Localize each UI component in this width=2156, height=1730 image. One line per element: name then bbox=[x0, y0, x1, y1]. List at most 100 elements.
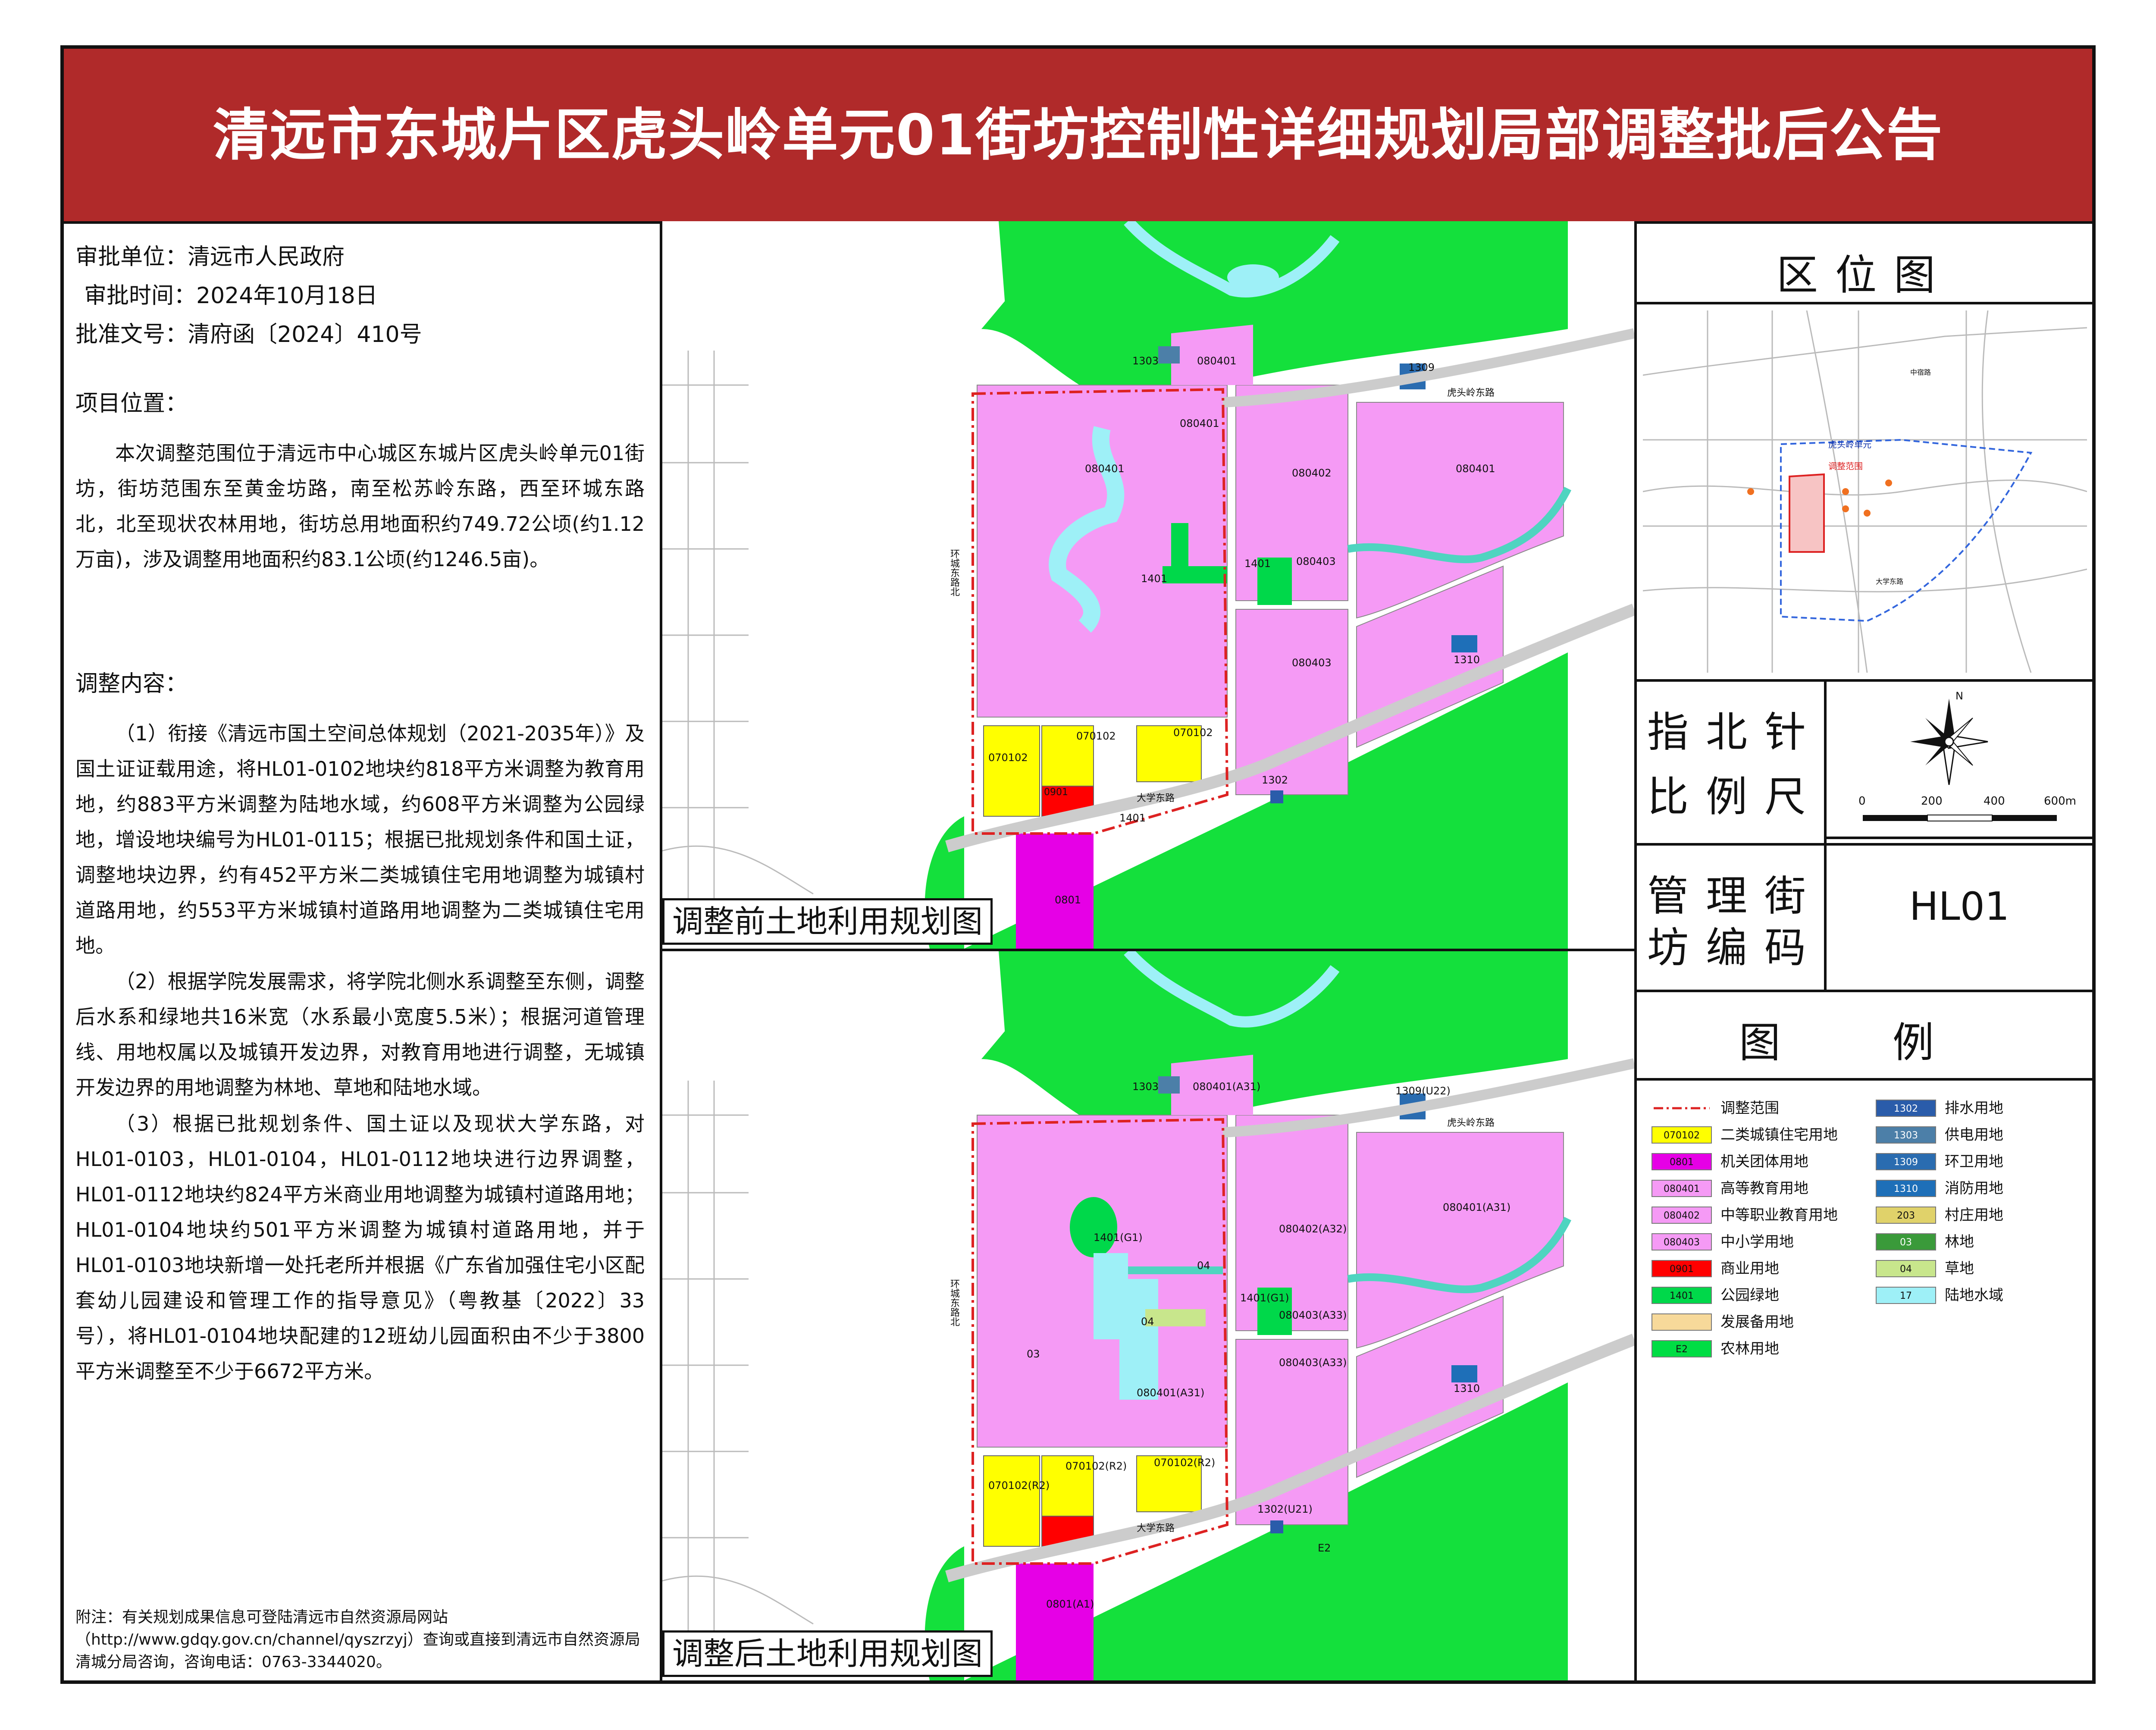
legend-label: 公园绿地 bbox=[1720, 1287, 1779, 1304]
after-code: 080403(A33) bbox=[1279, 1309, 1347, 1321]
legend-swatch: 080401 bbox=[1651, 1180, 1712, 1197]
north-n: N bbox=[1955, 690, 1963, 702]
scale-tick: 400 bbox=[1984, 795, 2005, 808]
before-code: 070102 bbox=[1076, 730, 1116, 742]
before-code: 1401 bbox=[1141, 573, 1168, 585]
legend-swatch: 04 bbox=[1876, 1260, 1936, 1277]
legend-swatch: 1401 bbox=[1651, 1287, 1712, 1304]
legend-label: 二类城镇住宅用地 bbox=[1720, 1126, 1838, 1144]
before-code: 0901 bbox=[1044, 787, 1068, 798]
after-code: 03 bbox=[1027, 1348, 1040, 1360]
legend: 调整范围 070102 二类城镇住宅用地 0801 机关团体用地 080401 … bbox=[1651, 1100, 2083, 1401]
block-code-label-1: 管理街 bbox=[1647, 872, 1823, 920]
block-code-value: HL01 bbox=[1909, 884, 2010, 929]
before-map-label: 调整前土地利用规划图 bbox=[662, 898, 993, 945]
legend-label: 中小学用地 bbox=[1720, 1233, 1794, 1250]
before-code: 080401 bbox=[1180, 417, 1219, 429]
after-code: 1303 bbox=[1132, 1081, 1159, 1093]
before-code: 1309 bbox=[1408, 361, 1435, 373]
before-code: 1302 bbox=[1262, 774, 1288, 786]
after-code: 1401(G1) bbox=[1240, 1292, 1289, 1304]
content-item-1: （1）衔接《清远市国土空间总体规划（2021-2035年）》及国土证证载用途，将… bbox=[75, 722, 645, 957]
location-text: 本次调整范围位于清远市中心城区东城片区虎头岭单元01街坊，街坊范围东至黄金坊路，… bbox=[75, 442, 645, 571]
scale-tick: 600m bbox=[2044, 795, 2076, 808]
after-code: 070102(R2) bbox=[1154, 1457, 1216, 1469]
after-code: 1309(U22) bbox=[1395, 1085, 1451, 1097]
legend-label: 发展备用地 bbox=[1720, 1313, 1794, 1331]
legend-label: 供电用地 bbox=[1945, 1126, 2003, 1144]
before-code: 080401 bbox=[1456, 463, 1495, 475]
north-arrow-icon: N bbox=[1906, 690, 1992, 793]
legend-label: 环卫用地 bbox=[1945, 1153, 2003, 1170]
approver-text: 审批单位：清远市人民政府 bbox=[75, 244, 345, 270]
rdiv-v bbox=[1824, 679, 1827, 990]
location-heading: 项目位置： bbox=[75, 391, 188, 417]
location-label: 虎头岭单元 bbox=[1828, 439, 1871, 450]
legend-swatch: 0801 bbox=[1651, 1153, 1712, 1170]
scale-tick: 200 bbox=[1921, 795, 1943, 808]
after-map-label: 调整后土地利用规划图 bbox=[662, 1630, 993, 1677]
location-label: 中宿路 bbox=[1910, 368, 1931, 376]
road-label: 虎头岭东路 bbox=[1447, 388, 1495, 398]
legend-swatch: 17 bbox=[1876, 1287, 1936, 1304]
legend-label: 村庄用地 bbox=[1945, 1207, 2003, 1224]
legend-label: 高等教育用地 bbox=[1720, 1180, 1808, 1197]
location-map-svg bbox=[1643, 310, 2087, 673]
legend-swatch: 03 bbox=[1876, 1233, 1936, 1250]
legend-swatch: 0901 bbox=[1651, 1260, 1712, 1277]
road-label: 大学东路 bbox=[1137, 793, 1175, 804]
scale-tick: 0 bbox=[1858, 795, 1866, 808]
after-code: 04 bbox=[1197, 1260, 1210, 1272]
location-label: 大学东路 bbox=[1876, 577, 1904, 586]
document-number: 批准文号：清府函〔2024〕410号 bbox=[75, 322, 422, 348]
before-code: 080402 bbox=[1292, 467, 1332, 479]
before-code: 0801 bbox=[1055, 894, 1081, 906]
after-code: 080401(A31) bbox=[1137, 1387, 1205, 1399]
road-label: 环城东路北 bbox=[949, 1279, 959, 1326]
after-code: 070102(R2) bbox=[1065, 1460, 1127, 1472]
location-label: 调整范围 bbox=[1828, 461, 1863, 471]
north-label: 指北针 bbox=[1647, 708, 1823, 756]
legend-label: 农林用地 bbox=[1720, 1340, 1779, 1357]
legend-label: 调整范围 bbox=[1720, 1100, 1779, 1117]
scale-bar bbox=[1863, 811, 2061, 828]
before-code: 080401 bbox=[1085, 463, 1125, 475]
after-code: 080402(A32) bbox=[1279, 1223, 1347, 1235]
legend-swatch: 1310 bbox=[1876, 1180, 1936, 1197]
approval-date: 审批时间：2024年10月18日 bbox=[84, 283, 378, 309]
content-heading: 调整内容： bbox=[75, 671, 188, 697]
rdiv-3 bbox=[1637, 843, 2092, 846]
legend-swatch: 080403 bbox=[1651, 1233, 1712, 1250]
before-code: 070102 bbox=[988, 752, 1028, 764]
location-map-title: 区位图 bbox=[1777, 251, 1952, 299]
before-code: 1401 bbox=[1119, 812, 1146, 824]
rdiv-1 bbox=[1637, 302, 2092, 304]
after-code: 04 bbox=[1141, 1316, 1154, 1328]
before-map-svg bbox=[662, 221, 1634, 949]
after-map: 1303 1309(U22) 080401(A31) 080401(A31) 0… bbox=[662, 951, 1634, 1680]
before-code: 080401 bbox=[1197, 355, 1237, 367]
before-code: 1401 bbox=[1244, 558, 1271, 570]
location-map: 虎头岭单元 调整范围 中宿路 大学东路 bbox=[1643, 310, 2087, 673]
before-code: 070102 bbox=[1173, 727, 1213, 739]
content-item-3: （3）根据已批规划条件、国土证以及现状大学东路，对HL01-0103，HL01-… bbox=[75, 1112, 645, 1383]
after-code: E2 bbox=[1318, 1542, 1331, 1554]
block-code-label-2: 坊编码 bbox=[1647, 924, 1823, 972]
after-code: 1302(U21) bbox=[1257, 1503, 1313, 1515]
legend-swatch: 1303 bbox=[1876, 1126, 1936, 1144]
rdiv-2 bbox=[1637, 679, 2092, 682]
before-code: 080403 bbox=[1296, 555, 1336, 567]
after-code: 080401(A31) bbox=[1443, 1201, 1511, 1213]
legend-swatch: E2 bbox=[1651, 1340, 1712, 1357]
before-code: 1310 bbox=[1454, 654, 1480, 666]
after-code: 080403(A33) bbox=[1279, 1357, 1347, 1369]
road-label: 大学东路 bbox=[1137, 1523, 1175, 1534]
road-label: 环城东路北 bbox=[949, 549, 959, 596]
legend-title: 图例 bbox=[1739, 1019, 2046, 1067]
after-code: 1310 bbox=[1454, 1382, 1480, 1395]
legend-swatch: 080402 bbox=[1651, 1207, 1712, 1224]
scale-label: 比例尺 bbox=[1647, 773, 1823, 821]
legend-label: 消防用地 bbox=[1945, 1180, 2003, 1197]
legend-label: 陆地水域 bbox=[1945, 1287, 2003, 1304]
legend-boundary-swatch bbox=[1651, 1100, 1712, 1117]
